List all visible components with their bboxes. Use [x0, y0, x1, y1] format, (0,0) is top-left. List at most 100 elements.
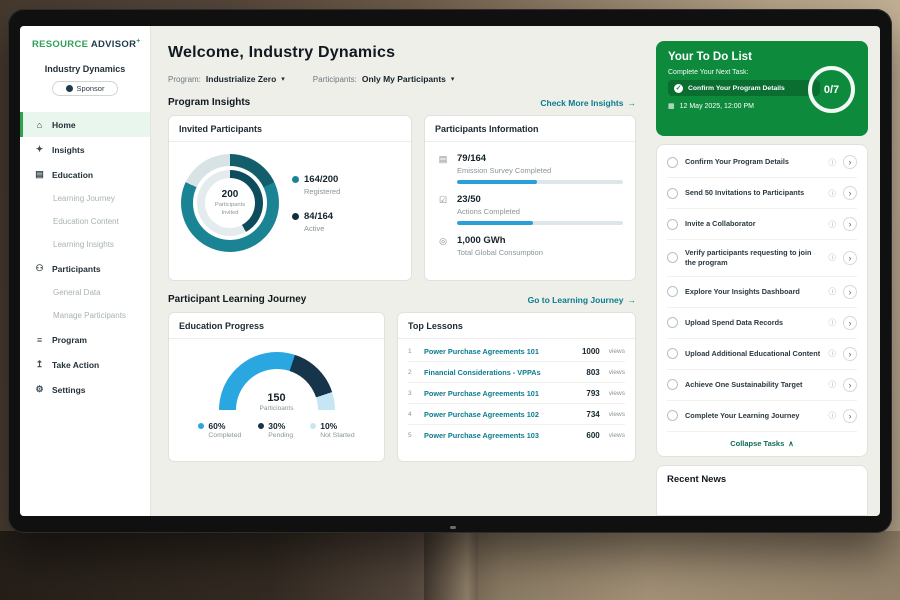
- legend-item-not-started: 10% Not Started: [310, 421, 354, 439]
- actions-icon: ☑: [437, 194, 449, 225]
- collapse-tasks-button[interactable]: Collapse Tasks ∧: [667, 432, 857, 454]
- sidebar-item-label: Manage Participants: [53, 311, 126, 320]
- chevron-right-icon[interactable]: ›: [843, 251, 857, 265]
- sidebar-item-label: Learning Insights: [53, 240, 114, 249]
- info-icon[interactable]: ⓘ: [829, 252, 837, 263]
- calendar-icon: ▦: [668, 102, 675, 110]
- sidebar-item-participants[interactable]: ⚇ Participants: [20, 256, 150, 281]
- recent-news-title: Recent News: [667, 474, 857, 485]
- info-icon[interactable]: ⓘ: [829, 286, 837, 297]
- sidebar-item-learning-journey[interactable]: Learning Journey: [20, 187, 150, 210]
- chevron-right-icon[interactable]: ›: [843, 186, 857, 200]
- participants-information-card: Participants Information ▤ 79/164 Emissi…: [424, 115, 636, 281]
- chevron-right-icon[interactable]: ›: [843, 347, 857, 361]
- check-more-insights-link[interactable]: Check More Insights →: [540, 98, 636, 108]
- program-filter[interactable]: Program: Industrialize Zero ▾: [168, 74, 285, 84]
- invited-participants-card: Invited Participants 200 Participants In…: [168, 115, 412, 281]
- participants-filter-value: Only My Participants: [362, 74, 446, 84]
- task-row-upload-spend-data[interactable]: Upload Spend Data Records ⓘ ›: [667, 308, 857, 339]
- sidebar-item-settings[interactable]: ⚙ Settings: [20, 377, 150, 402]
- next-task-pill[interactable]: ✓ Confirm Your Program Details: [668, 80, 820, 96]
- task-row-confirm-program[interactable]: Confirm Your Program Details ⓘ ›: [667, 147, 857, 178]
- chevron-right-icon[interactable]: ›: [843, 378, 857, 392]
- sidebar-item-program[interactable]: ≡ Program: [20, 327, 150, 352]
- info-icon[interactable]: ⓘ: [829, 410, 837, 421]
- sidebar-item-learning-insights[interactable]: Learning Insights: [20, 233, 150, 256]
- sidebar-item-home[interactable]: ⌂ Home: [20, 112, 150, 137]
- arrow-right-icon: →: [628, 295, 637, 305]
- chevron-down-icon: ▾: [281, 75, 285, 83]
- sidebar-item-manage-participants[interactable]: Manage Participants: [20, 304, 150, 327]
- lesson-row: 3 Power Purchase Agreements 101 793 view…: [408, 383, 625, 404]
- task-row-send-invitations[interactable]: Send 50 Invitations to Participants ⓘ ›: [667, 178, 857, 209]
- lesson-link[interactable]: Power Purchase Agreements 102: [424, 410, 580, 419]
- take-action-icon: ↥: [34, 359, 45, 370]
- chevron-right-icon[interactable]: ›: [843, 316, 857, 330]
- top-lessons-card: Top Lessons 1 Power Purchase Agreements …: [397, 312, 636, 462]
- sidebar-item-label: Settings: [52, 385, 86, 395]
- chevron-up-icon: ∧: [788, 439, 794, 448]
- info-icon[interactable]: ⓘ: [829, 157, 837, 168]
- chevron-right-icon[interactable]: ›: [843, 217, 857, 231]
- legend-dot: [258, 423, 264, 429]
- program-filter-label: Program:: [168, 75, 201, 84]
- info-icon[interactable]: ⓘ: [829, 317, 837, 328]
- sidebar-nav: ⌂ Home ✦ Insights ▤ Education Learning J…: [20, 112, 150, 402]
- sidebar-item-education-content[interactable]: Education Content: [20, 210, 150, 233]
- sidebar-item-take-action[interactable]: ↥ Take Action: [20, 352, 150, 377]
- task-checkbox[interactable]: [667, 317, 678, 328]
- task-row-complete-learning-journey[interactable]: Complete Your Learning Journey ⓘ ›: [667, 401, 857, 432]
- go-to-learning-journey-link[interactable]: Go to Learning Journey →: [528, 295, 636, 305]
- participants-filter-label: Participants:: [313, 75, 357, 84]
- program-insights-header: Program Insights Check More Insights →: [168, 97, 636, 108]
- education-icon: ▤: [34, 169, 45, 180]
- info-icon[interactable]: ⓘ: [829, 188, 837, 199]
- sidebar-item-education[interactable]: ▤ Education: [20, 162, 150, 187]
- task-checkbox[interactable]: [667, 379, 678, 390]
- sidebar-item-general-data[interactable]: General Data: [20, 281, 150, 304]
- task-checkbox[interactable]: [667, 410, 678, 421]
- legend-item-pending: 30% Pending: [258, 421, 293, 439]
- legend-item-active: 84/164 Active: [292, 211, 340, 233]
- task-checkbox[interactable]: [667, 252, 678, 263]
- stat-actions-completed: ☑ 23/50 Actions Completed: [437, 194, 623, 225]
- lesson-link[interactable]: Financial Considerations - VPPAs: [424, 368, 580, 377]
- task-checkbox[interactable]: [667, 348, 678, 359]
- todo-tasks-card: Confirm Your Program Details ⓘ › Send 50…: [656, 144, 868, 457]
- chevron-right-icon[interactable]: ›: [843, 155, 857, 169]
- info-icon[interactable]: ⓘ: [829, 219, 837, 230]
- lesson-row: 4 Power Purchase Agreements 102 734 view…: [408, 404, 625, 425]
- task-row-verify-participants[interactable]: Verify participants requesting to join t…: [667, 240, 857, 277]
- task-row-explore-insights[interactable]: Explore Your Insights Dashboard ⓘ ›: [667, 277, 857, 308]
- donut-center-label: Participants Invited: [210, 202, 250, 218]
- program-filter-value: Industrialize Zero: [206, 74, 276, 84]
- page-title: Welcome, Industry Dynamics: [168, 44, 636, 62]
- lesson-link[interactable]: Power Purchase Agreements 101: [424, 347, 576, 356]
- gear-icon: ⚙: [34, 384, 45, 395]
- lesson-link[interactable]: Power Purchase Agreements 103: [424, 431, 580, 440]
- home-icon: ⌂: [34, 120, 45, 130]
- gauge-center-value: 150: [219, 392, 335, 404]
- task-checkbox[interactable]: [667, 188, 678, 199]
- task-row-achieve-target[interactable]: Achieve One Sustainability Target ⓘ ›: [667, 370, 857, 401]
- task-row-upload-educational-content[interactable]: Upload Additional Educational Content ⓘ …: [667, 339, 857, 370]
- sidebar-item-insights[interactable]: ✦ Insights: [20, 137, 150, 162]
- info-icon[interactable]: ⓘ: [829, 348, 837, 359]
- monitor: RESOURCE ADVISOR+ Industry Dynamics Spon…: [8, 9, 892, 533]
- sidebar-item-label: General Data: [53, 288, 101, 297]
- sidebar-item-label: Learning Journey: [53, 194, 115, 203]
- task-checkbox[interactable]: [667, 157, 678, 168]
- emission-progress-bar: [457, 180, 623, 184]
- info-icon[interactable]: ⓘ: [829, 379, 837, 390]
- lesson-row: 1 Power Purchase Agreements 101 1000 vie…: [408, 341, 625, 362]
- lesson-link[interactable]: Power Purchase Agreements 101: [424, 389, 580, 398]
- chevron-right-icon[interactable]: ›: [843, 409, 857, 423]
- card-title: Invited Participants: [169, 116, 411, 142]
- participants-filter[interactable]: Participants: Only My Participants ▾: [313, 74, 455, 84]
- check-icon: ✓: [674, 84, 683, 93]
- task-checkbox[interactable]: [667, 286, 678, 297]
- chevron-right-icon[interactable]: ›: [843, 285, 857, 299]
- task-checkbox[interactable]: [667, 219, 678, 230]
- chevron-down-icon: ▾: [451, 75, 455, 83]
- task-row-invite-collaborator[interactable]: Invite a Collaborator ⓘ ›: [667, 209, 857, 240]
